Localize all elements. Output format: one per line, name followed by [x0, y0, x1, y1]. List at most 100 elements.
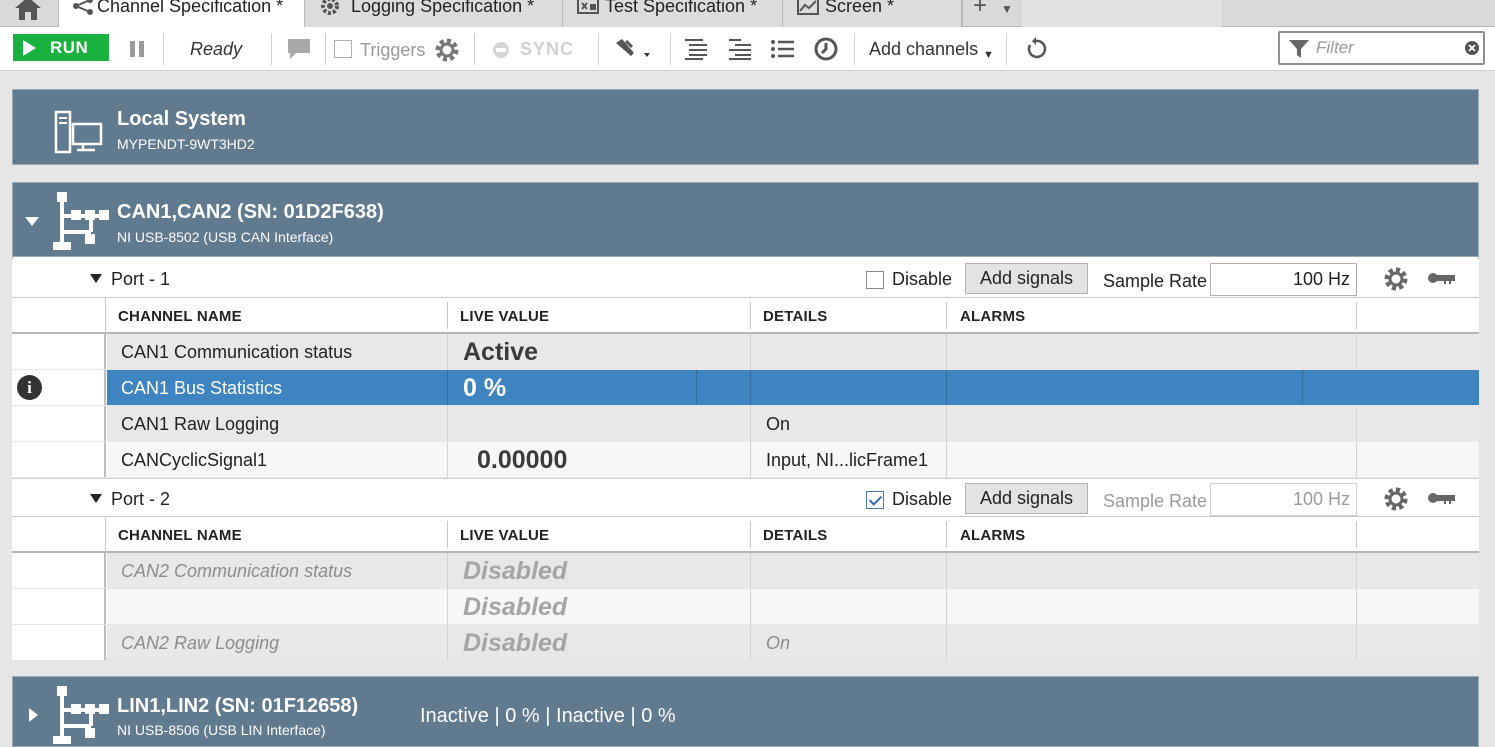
port-settings-gear-icon[interactable] — [1383, 266, 1409, 292]
sync-button[interactable]: SYNC — [520, 39, 574, 60]
table-row-disabled[interactable]: CAN2 Raw Logging Disabled On — [12, 625, 1479, 661]
play-icon — [23, 40, 36, 56]
column-header-live-value[interactable]: LIVE VALUE — [460, 308, 549, 325]
cell-divider — [447, 334, 448, 369]
cell-divider — [447, 589, 448, 624]
test-icon — [577, 0, 599, 14]
channel-grid-header: CHANNEL NAME LIVE VALUE DETAILS ALARMS — [12, 516, 1479, 553]
channel-name: CAN2 Communication status — [121, 561, 353, 581]
refresh-icon[interactable] — [1024, 37, 1048, 61]
column-header-live-value[interactable]: LIVE VALUE — [460, 527, 549, 544]
collapse-arrow-icon[interactable] — [25, 215, 39, 227]
column-divider[interactable] — [447, 302, 448, 329]
pause-icon[interactable] — [129, 41, 145, 57]
disable-checkbox[interactable] — [866, 491, 884, 509]
cell-divider — [946, 625, 947, 660]
disable-checkbox[interactable] — [866, 271, 884, 289]
chevron-down-icon: ▼ — [1001, 2, 1013, 16]
history-clock-icon[interactable] — [813, 36, 839, 62]
cell-divider — [946, 334, 947, 369]
chart-icon — [797, 0, 819, 15]
sample-rate-input[interactable] — [1210, 263, 1357, 296]
comment-icon[interactable] — [286, 37, 312, 61]
cell-divider — [750, 442, 751, 477]
run-status: Ready — [190, 39, 243, 59]
column-divider[interactable] — [1356, 521, 1357, 548]
expand-arrow-icon[interactable] — [27, 708, 39, 722]
tab-logging-specification[interactable]: Logging Specification * — [305, 0, 563, 27]
key-icon[interactable] — [1427, 491, 1455, 505]
column-divider[interactable] — [750, 302, 751, 329]
port-label[interactable]: Port - 2 — [111, 489, 170, 510]
column-divider[interactable] — [946, 521, 947, 548]
local-system-header[interactable]: Local System MYPENDT-9WT3HD2 — [12, 89, 1479, 165]
column-header-details[interactable]: DETAILS — [763, 527, 827, 544]
sample-rate-input — [1210, 483, 1357, 516]
triggers-settings-gear-icon[interactable] — [434, 37, 460, 63]
channel-grid-header: CHANNEL NAME LIVE VALUE DETAILS ALARMS — [12, 297, 1479, 334]
list-view-icon[interactable] — [770, 38, 796, 60]
column-divider — [105, 517, 106, 552]
channel-details: On — [766, 414, 791, 434]
collapse-arrow-icon[interactable] — [90, 274, 102, 283]
bus-network-icon — [53, 686, 109, 744]
filter-input[interactable] — [1316, 37, 1466, 59]
collapse-all-icon[interactable] — [727, 38, 753, 60]
tab-channel-specification[interactable]: Channel Specification * — [58, 0, 305, 28]
toolbar-separator — [474, 33, 475, 65]
device-header-lin[interactable]: LIN1,LIN2 (SN: 01F12658) NI USB-8506 (US… — [12, 676, 1479, 747]
triggers-checkbox[interactable] — [334, 40, 352, 58]
device-subtitle: NI USB-8506 (USB LIN Interface) — [117, 722, 326, 738]
add-channels-button[interactable]: Add channels — [869, 39, 978, 60]
table-row[interactable]: CAN1 Raw Logging On — [12, 406, 1479, 442]
add-signals-button[interactable]: Add signals — [965, 483, 1088, 514]
toolbar-separator — [670, 33, 671, 65]
run-button[interactable]: RUN — [13, 34, 109, 61]
disable-label: Disable — [892, 489, 953, 509]
cell-divider — [946, 553, 947, 588]
column-header-alarms[interactable]: ALARMS — [960, 308, 1025, 325]
row-gutter — [12, 625, 106, 660]
info-icon[interactable]: i — [17, 375, 42, 400]
row-body: CAN2 Raw Logging Disabled On — [107, 625, 1479, 660]
tab-test-specification[interactable]: Test Specification * — [563, 0, 783, 27]
device-header-can[interactable]: CAN1,CAN2 (SN: 01D2F638) NI USB-8502 (US… — [12, 182, 1479, 257]
column-divider[interactable] — [750, 521, 751, 548]
column-header-channel-name[interactable]: CHANNEL NAME — [118, 527, 242, 544]
column-divider[interactable] — [946, 302, 947, 329]
column-divider[interactable] — [447, 521, 448, 548]
tab-screen[interactable]: Screen * — [783, 0, 962, 27]
table-row[interactable]: CAN1 Communication status Active — [12, 334, 1479, 370]
table-row-disabled[interactable]: Disabled — [12, 589, 1479, 625]
tools-icon[interactable] — [612, 37, 656, 63]
column-header-alarms[interactable]: ALARMS — [960, 527, 1025, 544]
channel-name: CAN2 Raw Logging — [121, 633, 280, 653]
table-row[interactable]: CANCyclicSignal1 0.00000 Input, NI...lic… — [12, 442, 1479, 478]
add-channels-chevron-icon[interactable]: ▼ — [983, 49, 994, 61]
row-gutter — [12, 589, 106, 624]
add-signals-button[interactable]: Add signals — [965, 263, 1088, 294]
bus-network-icon — [53, 192, 109, 250]
port-settings-gear-icon[interactable] — [1383, 486, 1409, 512]
table-row-disabled[interactable]: CAN2 Communication status Disabled — [12, 553, 1479, 589]
port-label[interactable]: Port - 1 — [111, 269, 170, 290]
key-icon[interactable] — [1427, 271, 1455, 285]
sample-rate-label: Sample Rate — [1103, 271, 1208, 291]
clear-filter-icon[interactable] — [1465, 41, 1479, 55]
run-label: RUN — [50, 38, 89, 57]
cell-divider — [1302, 370, 1303, 405]
toolbar-separator — [271, 33, 272, 65]
column-header-details[interactable]: DETAILS — [763, 308, 827, 325]
expand-all-icon[interactable] — [683, 38, 709, 60]
column-header-channel-name[interactable]: CHANNEL NAME — [118, 308, 242, 325]
filter-field[interactable] — [1278, 31, 1485, 65]
new-tab-button[interactable]: + ▼ — [962, 0, 1022, 26]
cell-divider — [946, 589, 947, 624]
collapse-arrow-icon[interactable] — [90, 494, 102, 503]
table-row-selected[interactable]: i CAN1 Bus Statistics 0 % — [12, 370, 1479, 406]
disable-label: Disable — [892, 269, 953, 289]
row-gutter — [12, 406, 106, 441]
home-button[interactable] — [8, 0, 48, 20]
column-divider[interactable] — [1356, 302, 1357, 329]
live-value: 0.00000 — [477, 446, 568, 474]
